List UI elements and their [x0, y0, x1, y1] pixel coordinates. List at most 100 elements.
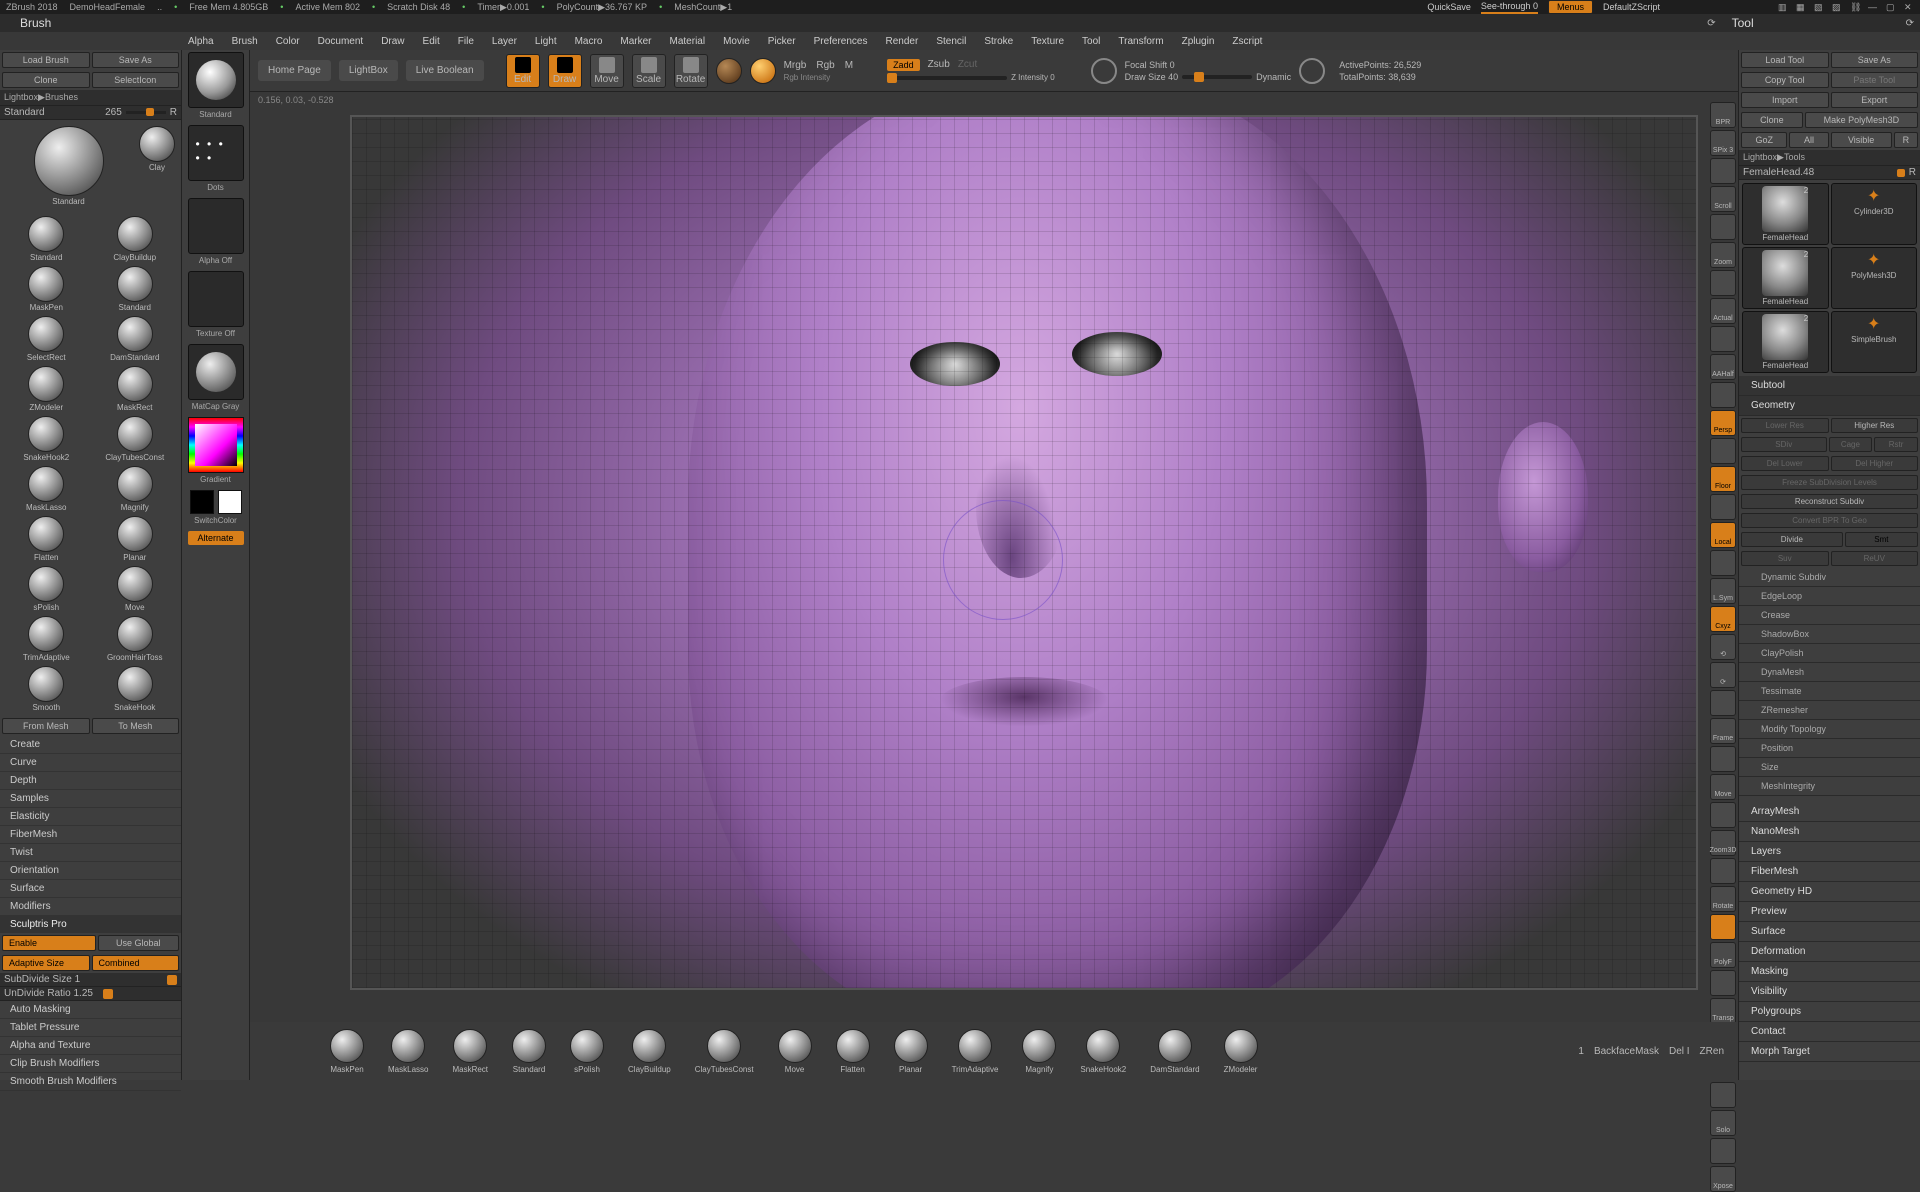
- rail-actual[interactable]: Actual: [1710, 298, 1736, 324]
- menu-movie[interactable]: Movie: [715, 34, 758, 49]
- current-brush-thumb[interactable]: [34, 126, 104, 196]
- rail-slot23[interactable]: [1710, 746, 1736, 772]
- seethrough-slider[interactable]: See-through 0: [1481, 1, 1538, 14]
- paste-tool-button[interactable]: Paste Tool: [1831, 72, 1919, 88]
- dots-slot[interactable]: [188, 125, 244, 181]
- menu-preferences[interactable]: Preferences: [806, 34, 876, 49]
- rail-frame[interactable]: Frame: [1710, 718, 1736, 744]
- item-surface[interactable]: Surface: [0, 880, 181, 898]
- m-button[interactable]: M: [845, 60, 853, 71]
- item-shadowbox[interactable]: ShadowBox: [1739, 625, 1920, 644]
- visible-button[interactable]: Visible: [1831, 132, 1892, 148]
- clone-tool-button[interactable]: Clone: [1741, 112, 1803, 128]
- menu-stroke[interactable]: Stroke: [976, 34, 1021, 49]
- mrgb-button[interactable]: Mrgb: [784, 60, 807, 71]
- item-dynamic-subdiv[interactable]: Dynamic Subdiv: [1739, 568, 1920, 587]
- convert-bpr-button[interactable]: Convert BPR To Geo: [1741, 513, 1918, 528]
- shelf-standard[interactable]: Standard: [512, 1029, 546, 1074]
- rotate-button[interactable]: Rotate: [674, 54, 708, 88]
- rail-slot4[interactable]: [1710, 214, 1736, 240]
- menu-material[interactable]: Material: [662, 34, 714, 49]
- rail-bpr[interactable]: BPR: [1710, 102, 1736, 128]
- select-icon-button[interactable]: SelectIcon: [92, 72, 180, 88]
- alternate-button[interactable]: Alternate: [188, 531, 244, 545]
- tool-cylinder3d-1[interactable]: ✦Cylinder3D: [1831, 183, 1918, 245]
- rail-slot35[interactable]: [1710, 1082, 1736, 1108]
- rail-slot2[interactable]: [1710, 158, 1736, 184]
- brush-claybuildup[interactable]: ClayBuildup: [91, 214, 180, 264]
- dynamic-button[interactable]: Dynamic: [1256, 72, 1291, 82]
- rail-cxyz[interactable]: Cxyz: [1710, 606, 1736, 632]
- adaptive-size-button[interactable]: Adaptive Size: [2, 955, 90, 971]
- item-create[interactable]: Create: [0, 736, 181, 754]
- to-mesh-button[interactable]: To Mesh: [92, 718, 180, 734]
- reconstruct-button[interactable]: Reconstruct Subdiv: [1741, 494, 1918, 509]
- from-mesh-button[interactable]: From Mesh: [2, 718, 90, 734]
- zadd-button[interactable]: Zadd: [887, 59, 920, 71]
- item-layers[interactable]: Layers: [1739, 842, 1920, 862]
- rail-slot25[interactable]: [1710, 802, 1736, 828]
- rail-slot14[interactable]: [1710, 494, 1736, 520]
- layout-3-icon[interactable]: ▧: [1814, 2, 1824, 12]
- rail-slot29[interactable]: [1710, 914, 1736, 940]
- brush-spolish[interactable]: sPolish: [2, 564, 91, 614]
- brush-move[interactable]: Move: [91, 564, 180, 614]
- rail-spix 3[interactable]: SPix 3: [1710, 130, 1736, 156]
- close-icon[interactable]: ✕: [1904, 2, 1914, 12]
- item-position[interactable]: Position: [1739, 739, 1920, 758]
- rail-slot21[interactable]: [1710, 690, 1736, 716]
- rail-local[interactable]: Local: [1710, 522, 1736, 548]
- menu-render[interactable]: Render: [878, 34, 927, 49]
- item-meshintegrity[interactable]: MeshIntegrity: [1739, 777, 1920, 796]
- texture-slot[interactable]: [188, 271, 244, 327]
- menu-layer[interactable]: Layer: [484, 34, 525, 49]
- rail-transp[interactable]: Transp: [1710, 998, 1736, 1024]
- scale-button[interactable]: Scale: [632, 54, 666, 88]
- enable-button[interactable]: Enable: [2, 935, 96, 951]
- brush-damstandard[interactable]: DamStandard: [91, 314, 180, 364]
- menu-texture[interactable]: Texture: [1023, 34, 1072, 49]
- item-claypolish[interactable]: ClayPolish: [1739, 644, 1920, 663]
- rail-aahalf[interactable]: AAHalf: [1710, 354, 1736, 380]
- item-tessimate[interactable]: Tessimate: [1739, 682, 1920, 701]
- rail-⟳[interactable]: ⟳: [1710, 662, 1736, 688]
- menu-alpha[interactable]: Alpha: [180, 34, 222, 49]
- shelf-masklasso[interactable]: MaskLasso: [388, 1029, 428, 1074]
- minimize-icon[interactable]: —: [1868, 2, 1878, 12]
- tool-femalehead-0[interactable]: 2FemaleHead: [1742, 183, 1829, 245]
- item-contact[interactable]: Contact: [1739, 1022, 1920, 1042]
- rail-floor[interactable]: Floor: [1710, 466, 1736, 492]
- sculptris-header[interactable]: Sculptris Pro: [0, 916, 181, 933]
- tool-simplebrush-5[interactable]: ✦SimpleBrush: [1831, 311, 1918, 373]
- brush-claytubesconst[interactable]: ClayTubesConst: [91, 414, 180, 464]
- item-depth[interactable]: Depth: [0, 772, 181, 790]
- brush-groomhairtoss[interactable]: GroomHairToss: [91, 614, 180, 664]
- clone-button[interactable]: Clone: [2, 72, 90, 88]
- item-modify-topology[interactable]: Modify Topology: [1739, 720, 1920, 739]
- layout-2-icon[interactable]: ▦: [1796, 2, 1806, 12]
- shelf-claybuildup[interactable]: ClayBuildup: [628, 1029, 671, 1074]
- shelf-spolish[interactable]: sPolish: [570, 1029, 604, 1074]
- load-tool-button[interactable]: Load Tool: [1741, 52, 1829, 68]
- shelf-maskpen[interactable]: MaskPen: [330, 1029, 364, 1074]
- item-orientation[interactable]: Orientation: [0, 862, 181, 880]
- rail-rotate[interactable]: Rotate: [1710, 886, 1736, 912]
- menu-edit[interactable]: Edit: [415, 34, 448, 49]
- rail-slot6[interactable]: [1710, 270, 1736, 296]
- sdiv-slider[interactable]: SDiv: [1741, 437, 1827, 452]
- rail-persp[interactable]: Persp: [1710, 410, 1736, 436]
- brush-thumb[interactable]: [139, 126, 175, 162]
- shelf-flatten[interactable]: Flatten: [836, 1029, 870, 1074]
- brush-snakehook[interactable]: SnakeHook: [91, 664, 180, 714]
- brush-selectrect[interactable]: SelectRect: [2, 314, 91, 364]
- item-elasticity[interactable]: Elasticity: [0, 808, 181, 826]
- undivide-slider[interactable]: UnDivide Ratio 1.25: [0, 987, 181, 1001]
- goz-button[interactable]: GoZ: [1741, 132, 1787, 148]
- geometry-section[interactable]: Geometry: [1739, 396, 1920, 416]
- swatch-white[interactable]: [218, 490, 242, 514]
- rail-l.sym[interactable]: L.Sym: [1710, 578, 1736, 604]
- menu-zplugin[interactable]: Zplugin: [1174, 34, 1223, 49]
- brush-maskpen[interactable]: MaskPen: [2, 264, 91, 314]
- item-arraymesh[interactable]: ArrayMesh: [1739, 802, 1920, 822]
- rail-zoom3d[interactable]: Zoom3D: [1710, 830, 1736, 856]
